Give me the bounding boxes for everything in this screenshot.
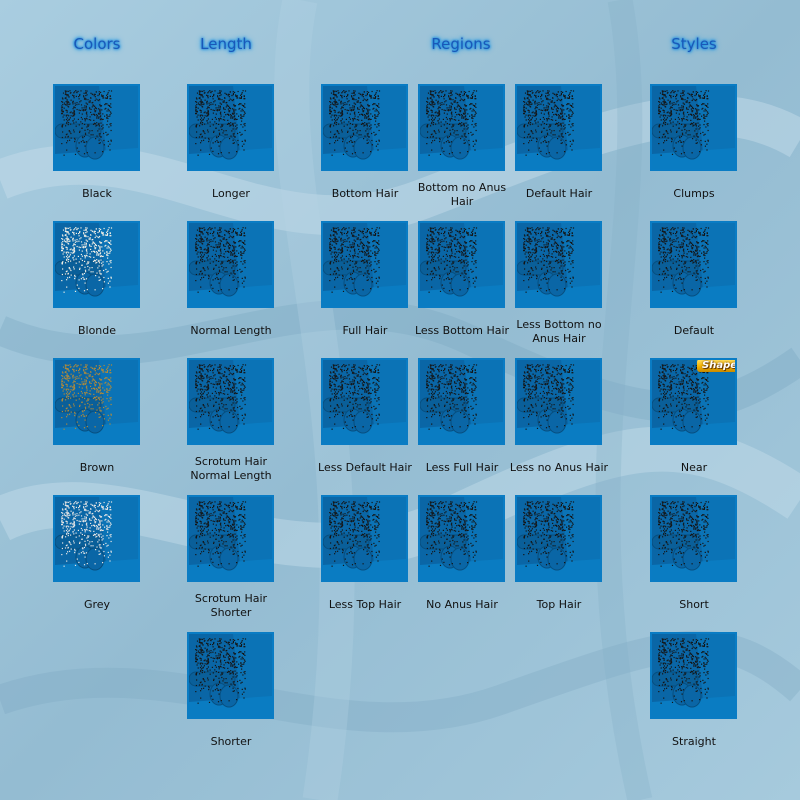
length-0-thumbnail[interactable]	[187, 84, 274, 171]
color-grey-label: Grey	[37, 598, 157, 612]
region-0-thumbnail[interactable]	[321, 84, 408, 171]
regions-header: Regions	[431, 35, 491, 53]
region-5-label: Less Bottom no Anus Hair	[499, 318, 619, 346]
color-blonde-label-line: Blonde	[77, 324, 117, 337]
region-1-thumbnail[interactable]	[418, 84, 505, 171]
region-2-label-line: Default Hair	[525, 187, 593, 200]
region-5-label-line: Less Bottom no	[516, 318, 602, 331]
color-blonde-label: Blonde	[37, 324, 157, 338]
color-grey-thumbnail[interactable]	[53, 495, 140, 582]
color-black-label: Black	[37, 187, 157, 201]
length-0-label-line: Longer	[212, 187, 250, 200]
color-brown-label: Brown	[37, 461, 157, 475]
length-0-label: Longer	[171, 187, 291, 201]
length-1-label: Normal Length	[171, 324, 291, 338]
color-blonde-thumbnail[interactable]	[53, 221, 140, 308]
style-near-label-line: Near	[680, 461, 708, 474]
length-header: Length	[200, 35, 252, 53]
region-10-thumbnail[interactable]	[418, 495, 505, 582]
region-11-thumbnail[interactable]	[515, 495, 602, 582]
length-3-label: Scrotum Hair Shorter	[171, 592, 291, 620]
style-clumps-label: Clumps	[634, 187, 754, 201]
region-8-label: Less no Anus Hair	[499, 461, 619, 475]
color-black-label-line: Black	[82, 187, 112, 200]
region-11-label: Top Hair	[499, 598, 619, 612]
region-7-thumbnail[interactable]	[418, 358, 505, 445]
color-grey-label-line: Grey	[83, 598, 111, 611]
length-4-label: Shorter	[171, 735, 291, 749]
colors-header: Colors	[73, 35, 121, 53]
region-2-thumbnail[interactable]	[515, 84, 602, 171]
region-9-thumbnail[interactable]	[321, 495, 408, 582]
length-2-thumbnail[interactable]	[187, 358, 274, 445]
color-brown-label-line: Brown	[79, 461, 115, 474]
style-straight-label-line: Straight	[672, 735, 716, 748]
style-straight-thumbnail[interactable]	[650, 632, 737, 719]
color-black-thumbnail[interactable]	[53, 84, 140, 171]
length-2-label-line: Normal Length	[190, 469, 272, 482]
region-8-thumbnail[interactable]	[515, 358, 602, 445]
style-short-thumbnail[interactable]	[650, 495, 737, 582]
region-4-thumbnail[interactable]	[418, 221, 505, 308]
region-11-label-line: Top Hair	[536, 598, 582, 611]
style-near-label: Near	[634, 461, 754, 475]
region-3-thumbnail[interactable]	[321, 221, 408, 308]
region-5-label-line: Anus Hair	[532, 332, 586, 345]
style-clumps-thumbnail[interactable]	[650, 84, 737, 171]
style-straight-label: Straight	[634, 735, 754, 749]
length-4-label-line: Shorter	[210, 735, 252, 748]
length-3-label-line: Shorter	[210, 606, 252, 619]
style-default-thumbnail[interactable]	[650, 221, 737, 308]
length-4-thumbnail[interactable]	[187, 632, 274, 719]
style-near-thumbnail[interactable]: Shape	[650, 358, 737, 445]
length-1-label-line: Normal Length	[190, 324, 272, 337]
style-short-label-line: Short	[679, 598, 709, 611]
region-5-thumbnail[interactable]	[515, 221, 602, 308]
region-8-label-line: Less no Anus Hair	[509, 461, 609, 474]
length-3-label-line: Scrotum Hair	[194, 592, 268, 605]
length-2-label-line: Scrotum Hair	[194, 455, 268, 468]
color-brown-thumbnail[interactable]	[53, 358, 140, 445]
length-2-label: Scrotum Hair Normal Length	[171, 455, 291, 483]
region-6-thumbnail[interactable]	[321, 358, 408, 445]
length-3-thumbnail[interactable]	[187, 495, 274, 582]
style-default-label: Default	[634, 324, 754, 338]
style-clumps-label-line: Clumps	[673, 187, 715, 200]
style-short-label: Short	[634, 598, 754, 612]
length-1-thumbnail[interactable]	[187, 221, 274, 308]
region-2-label: Default Hair	[499, 187, 619, 201]
styles-header: Styles	[671, 35, 717, 53]
style-default-label-line: Default	[673, 324, 715, 337]
shape-badge: Shape	[697, 360, 735, 372]
